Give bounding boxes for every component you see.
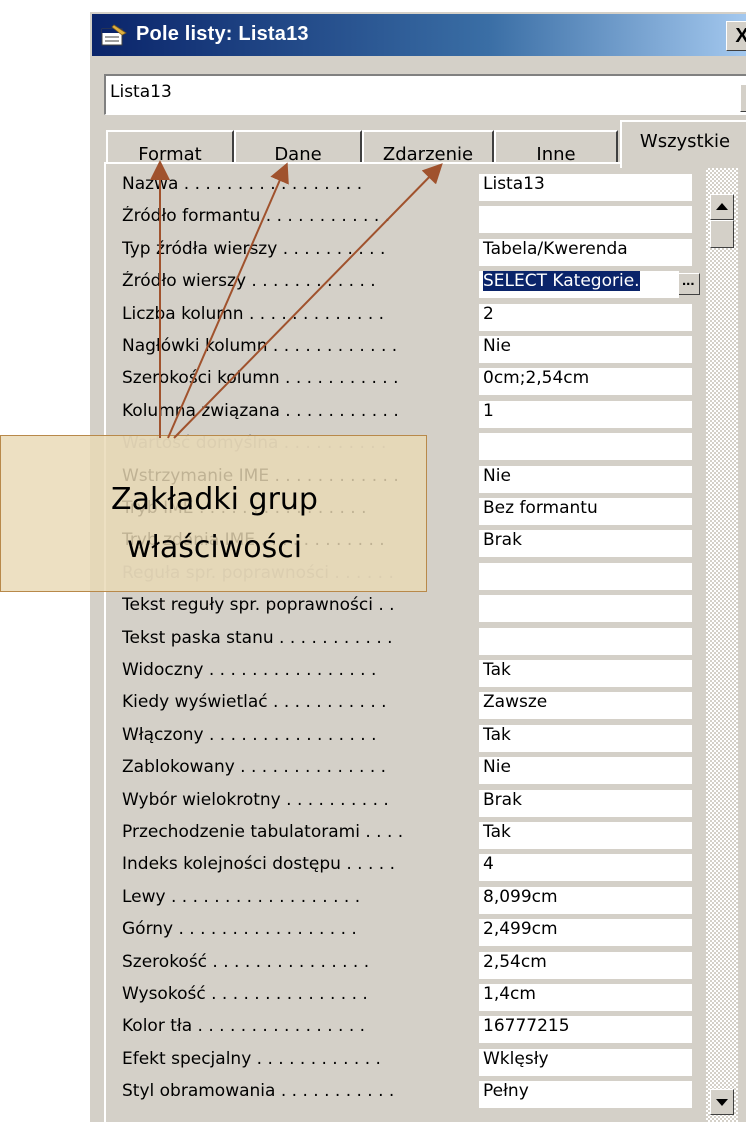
title-bar[interactable]: Pole listy: Lista13 X	[92, 14, 746, 56]
property-label: Przechodzenie tabulatorami . . . .	[122, 822, 404, 842]
property-value-field[interactable]	[479, 433, 692, 461]
property-value-field[interactable]: Lista13	[479, 174, 692, 201]
property-label: Kolumna związana . . . . . . . . . . .	[122, 400, 399, 421]
close-button[interactable]: X	[726, 21, 746, 51]
callout-line-1: Zakładki grup	[111, 482, 318, 517]
property-label: Źródło wierszy . . . . . . . . . . . .	[122, 271, 376, 292]
property-value-field[interactable]: 1,4cm	[479, 984, 692, 1011]
callout-line-2: właściwości	[126, 530, 303, 565]
property-label: Lewy . . . . . . . . . . . . . . . . . .	[122, 886, 361, 907]
property-value-field[interactable]: Brak	[479, 789, 692, 817]
properties-panel: Nazwa . . . . . . . . . . . . . . . . . L…	[104, 162, 746, 1122]
property-sheet-icon	[101, 24, 127, 46]
tab-wszystkie[interactable]: Wszystkie	[620, 120, 746, 168]
property-value-field[interactable]: Tak	[479, 660, 692, 687]
property-label: Nagłówki kolumn . . . . . . . . . . . .	[122, 336, 398, 356]
property-label: Kiedy wyświetlać . . . . . . . . . . .	[122, 692, 387, 713]
property-label: Widoczny . . . . . . . . . . . . . . . .	[122, 660, 377, 680]
chevron-down-icon[interactable]	[740, 84, 746, 112]
property-value-field[interactable]: 0cm;2,54cm	[479, 368, 692, 396]
property-value-field[interactable]: Tak	[479, 724, 692, 752]
property-label: Włączony . . . . . . . . . . . . . . . .	[122, 724, 377, 745]
property-value-field[interactable]: Brak	[479, 530, 692, 558]
property-value-text: SELECT Kategorie.	[483, 271, 640, 292]
property-label: Typ źródła wierszy . . . . . . . . . .	[122, 238, 386, 259]
property-value-field[interactable]: Tabela/Kwerenda	[479, 238, 692, 266]
property-value-field[interactable]	[479, 206, 692, 234]
property-label: Tekst reguły spr. poprawności . .	[122, 595, 395, 616]
property-value-field[interactable]: Tak	[479, 822, 692, 849]
property-value-field[interactable]: Zawsze	[479, 692, 692, 720]
property-value-field[interactable]: 8,099cm	[479, 886, 692, 914]
object-selector-value: Lista13	[110, 82, 172, 102]
builder-button[interactable]	[678, 272, 700, 296]
property-label: Źródło formantu . . . . . . . . . . . .	[122, 206, 391, 227]
scroll-thumb[interactable]	[710, 220, 734, 248]
property-label: Wybór wielokrotny . . . . . . . . . .	[122, 789, 389, 810]
property-label: Kolor tła . . . . . . . . . . . . . . . …	[122, 1016, 366, 1037]
property-value-field[interactable]: SELECT Kategorie.	[479, 271, 679, 299]
property-value-field[interactable]: 2,499cm	[479, 919, 692, 947]
property-value-field[interactable]	[479, 627, 692, 655]
scroll-up-arrow-icon[interactable]	[710, 194, 734, 220]
property-value-field[interactable]	[479, 562, 692, 590]
property-label: Liczba kolumn . . . . . . . . . . . . .	[122, 303, 385, 324]
property-label: Szerokości kolumn . . . . . . . . . . .	[122, 368, 399, 389]
property-value-field[interactable]: Bez formantu	[479, 498, 692, 525]
property-label: Zablokowany . . . . . . . . . . . . . .	[122, 757, 387, 778]
property-label: Szerokość . . . . . . . . . . . . . . .	[122, 951, 370, 972]
property-label: Górny . . . . . . . . . . . . . . . . .	[122, 919, 357, 940]
property-value-field[interactable]: Nie	[479, 757, 692, 785]
object-selector-combo[interactable]: Lista13	[104, 74, 746, 115]
property-value-field[interactable]: Nie	[479, 336, 692, 363]
property-value-field[interactable]: Nie	[479, 465, 692, 493]
property-value-field[interactable]: 2,54cm	[479, 951, 692, 979]
property-label: Styl obramowania . . . . . . . . . . .	[122, 1081, 395, 1102]
property-value-field[interactable]: 2	[479, 303, 692, 331]
property-value-field[interactable]	[479, 595, 692, 623]
window-title: Pole listy: Lista13	[136, 23, 309, 45]
property-label: Nazwa . . . . . . . . . . . . . . . . .	[122, 174, 363, 194]
property-value-field[interactable]: 4	[479, 854, 692, 882]
property-value-field[interactable]: Wklęsły	[479, 1048, 692, 1076]
property-value-field[interactable]: 1	[479, 400, 692, 428]
property-value-field[interactable]: 16777215	[479, 1016, 692, 1044]
property-label: Tekst paska stanu . . . . . . . . . . .	[122, 627, 393, 648]
annotation-callout: Zakładki grup właściwości	[0, 435, 427, 592]
property-value-field[interactable]: Pełny	[479, 1081, 692, 1109]
scroll-down-arrow-icon[interactable]	[710, 1089, 734, 1115]
property-label: Efekt specjalny . . . . . . . . . . . .	[122, 1048, 381, 1069]
property-label: Wysokość . . . . . . . . . . . . . . .	[122, 984, 368, 1004]
property-label: Indeks kolejności dostępu . . . . .	[122, 854, 395, 875]
vertical-scrollbar[interactable]	[706, 164, 738, 1122]
